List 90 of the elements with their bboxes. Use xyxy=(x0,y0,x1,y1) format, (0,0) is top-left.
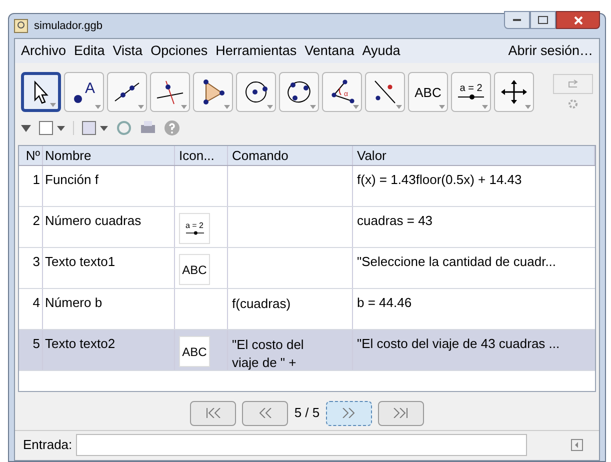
text-tool-label: ABC xyxy=(414,86,442,98)
settings-icon xyxy=(567,98,579,110)
redo-icon xyxy=(567,79,579,89)
login-link[interactable]: Abrir sesión… xyxy=(508,40,593,62)
dropdown-arrow-icon xyxy=(525,105,531,109)
minimize-button[interactable] xyxy=(504,11,530,29)
close-icon xyxy=(574,16,582,24)
point-label: A xyxy=(84,80,95,96)
table-cell-text: f(cuadras) xyxy=(232,295,292,313)
tool-button[interactable] xyxy=(279,72,319,112)
table-cell: 4 xyxy=(32,295,40,310)
dropdown-arrow-icon xyxy=(482,105,488,109)
table-cell: "El costo del viaje de 43 cuadras ... xyxy=(357,336,560,351)
column-header[interactable]: Valor xyxy=(353,146,595,165)
tool-button[interactable] xyxy=(193,72,233,112)
menu-item[interactable]: Vista xyxy=(112,40,143,62)
table-cell: f(x) = 1.43floor(0.5x) + 14.43 xyxy=(357,172,522,187)
table-cell: Texto texto2 xyxy=(45,336,116,351)
table-row[interactable]: 2 Número cuadras a = 2 cuadras = 43 xyxy=(19,207,595,248)
column-header[interactable]: Nombre xyxy=(43,146,175,165)
column-header[interactable]: Comando xyxy=(228,146,353,165)
table-cell: 5 xyxy=(32,336,40,351)
previous-step-button[interactable] xyxy=(242,400,288,426)
tool-button[interactable] xyxy=(150,72,190,112)
column-header[interactable]: Nº xyxy=(19,146,43,165)
dropdown-arrow-icon xyxy=(181,105,187,109)
tool-button[interactable] xyxy=(365,72,405,112)
tool-button[interactable]: a = 2 xyxy=(451,72,491,112)
object-type-icon: ABC xyxy=(179,254,210,285)
table-cell: cuadras = 43 xyxy=(357,213,433,228)
table-cell: 2 xyxy=(32,213,40,228)
move-arrows-icon xyxy=(499,79,529,105)
menu-item[interactable]: Ventana xyxy=(304,40,354,62)
table-cell: 3 xyxy=(32,254,40,269)
next-step-button[interactable] xyxy=(326,400,372,426)
step-counter: 5 / 5 xyxy=(294,404,320,422)
dropdown-arrow-icon xyxy=(95,105,101,109)
style-dropdown[interactable] xyxy=(73,121,108,135)
keyboard-toggle-icon[interactable] xyxy=(571,438,583,450)
table-cell: Texto texto1 xyxy=(45,254,116,269)
dropdown-arrow-icon xyxy=(310,105,316,109)
table-cell-text: "El costo del viaje de " + xyxy=(232,336,305,372)
first-step-icon xyxy=(205,408,222,418)
dropdown-arrow-icon xyxy=(267,105,273,109)
first-step-button[interactable] xyxy=(190,400,236,426)
maximize-button[interactable] xyxy=(530,11,556,29)
dropdown-arrow-icon xyxy=(224,105,230,109)
next-icon xyxy=(342,408,356,418)
input-field[interactable] xyxy=(76,434,527,456)
point-icon xyxy=(72,94,83,104)
previous-icon xyxy=(258,408,272,418)
dropdown-arrow-icon xyxy=(353,105,359,109)
app-icon xyxy=(14,19,28,33)
collapse-icon[interactable] xyxy=(21,124,31,132)
table-cell: b = 44.46 xyxy=(357,295,412,310)
table-row[interactable]: 4 Número b f(cuadras) b = 44.46 xyxy=(19,289,595,330)
perpendicular-line-icon xyxy=(155,79,185,105)
menu-item[interactable]: Archivo xyxy=(21,40,66,62)
tool-button[interactable] xyxy=(21,72,61,112)
tool-button[interactable] xyxy=(494,72,534,112)
table-cell: Función f xyxy=(45,172,98,187)
table-cell: "Seleccione la cantidad de cuadr... xyxy=(357,254,556,269)
layout-dropdown[interactable] xyxy=(39,121,65,135)
last-step-icon xyxy=(392,408,409,418)
table-cell: Número cuadras xyxy=(45,213,142,228)
input-label: Entrada: xyxy=(23,436,72,454)
tool-button[interactable] xyxy=(236,72,276,112)
column-header[interactable]: Icon... xyxy=(175,146,228,165)
tool-button[interactable] xyxy=(107,72,147,112)
tool-button[interactable]: A xyxy=(64,72,104,112)
dropdown-arrow-icon xyxy=(396,105,402,109)
menu-item[interactable]: Ayuda xyxy=(362,40,400,62)
tool-button[interactable]: ABC xyxy=(408,72,448,112)
last-step-button[interactable] xyxy=(378,400,424,426)
table-cell: Número b xyxy=(45,295,102,310)
caret-icon xyxy=(57,126,65,130)
dropdown-arrow-icon xyxy=(50,103,56,107)
menu-item[interactable]: Herramientas xyxy=(216,40,297,62)
dropdown-arrow-icon xyxy=(439,105,445,109)
menu-item[interactable]: Opciones xyxy=(150,40,208,62)
object-type-icon: ABC xyxy=(179,336,210,367)
window-title: simulador.ggb xyxy=(34,18,102,34)
table-row[interactable]: 1 Función f f(x) = 1.43floor(0.5x) + 14.43 xyxy=(19,166,595,207)
dropdown-arrow-icon xyxy=(138,105,144,109)
table-cell: 1 xyxy=(32,172,40,187)
menu-item[interactable]: Edita xyxy=(74,40,105,62)
table-row[interactable]: 3 Texto texto1 ABC "Seleccione la cantidad de cuadr... xyxy=(19,248,595,289)
caret-icon xyxy=(100,126,108,130)
table-row[interactable]: 5 Texto texto2 ABC "El costo del viaje de " + "El costo del viaje de 43 cuadras ... xyxy=(19,330,595,371)
close-button[interactable] xyxy=(556,11,600,29)
